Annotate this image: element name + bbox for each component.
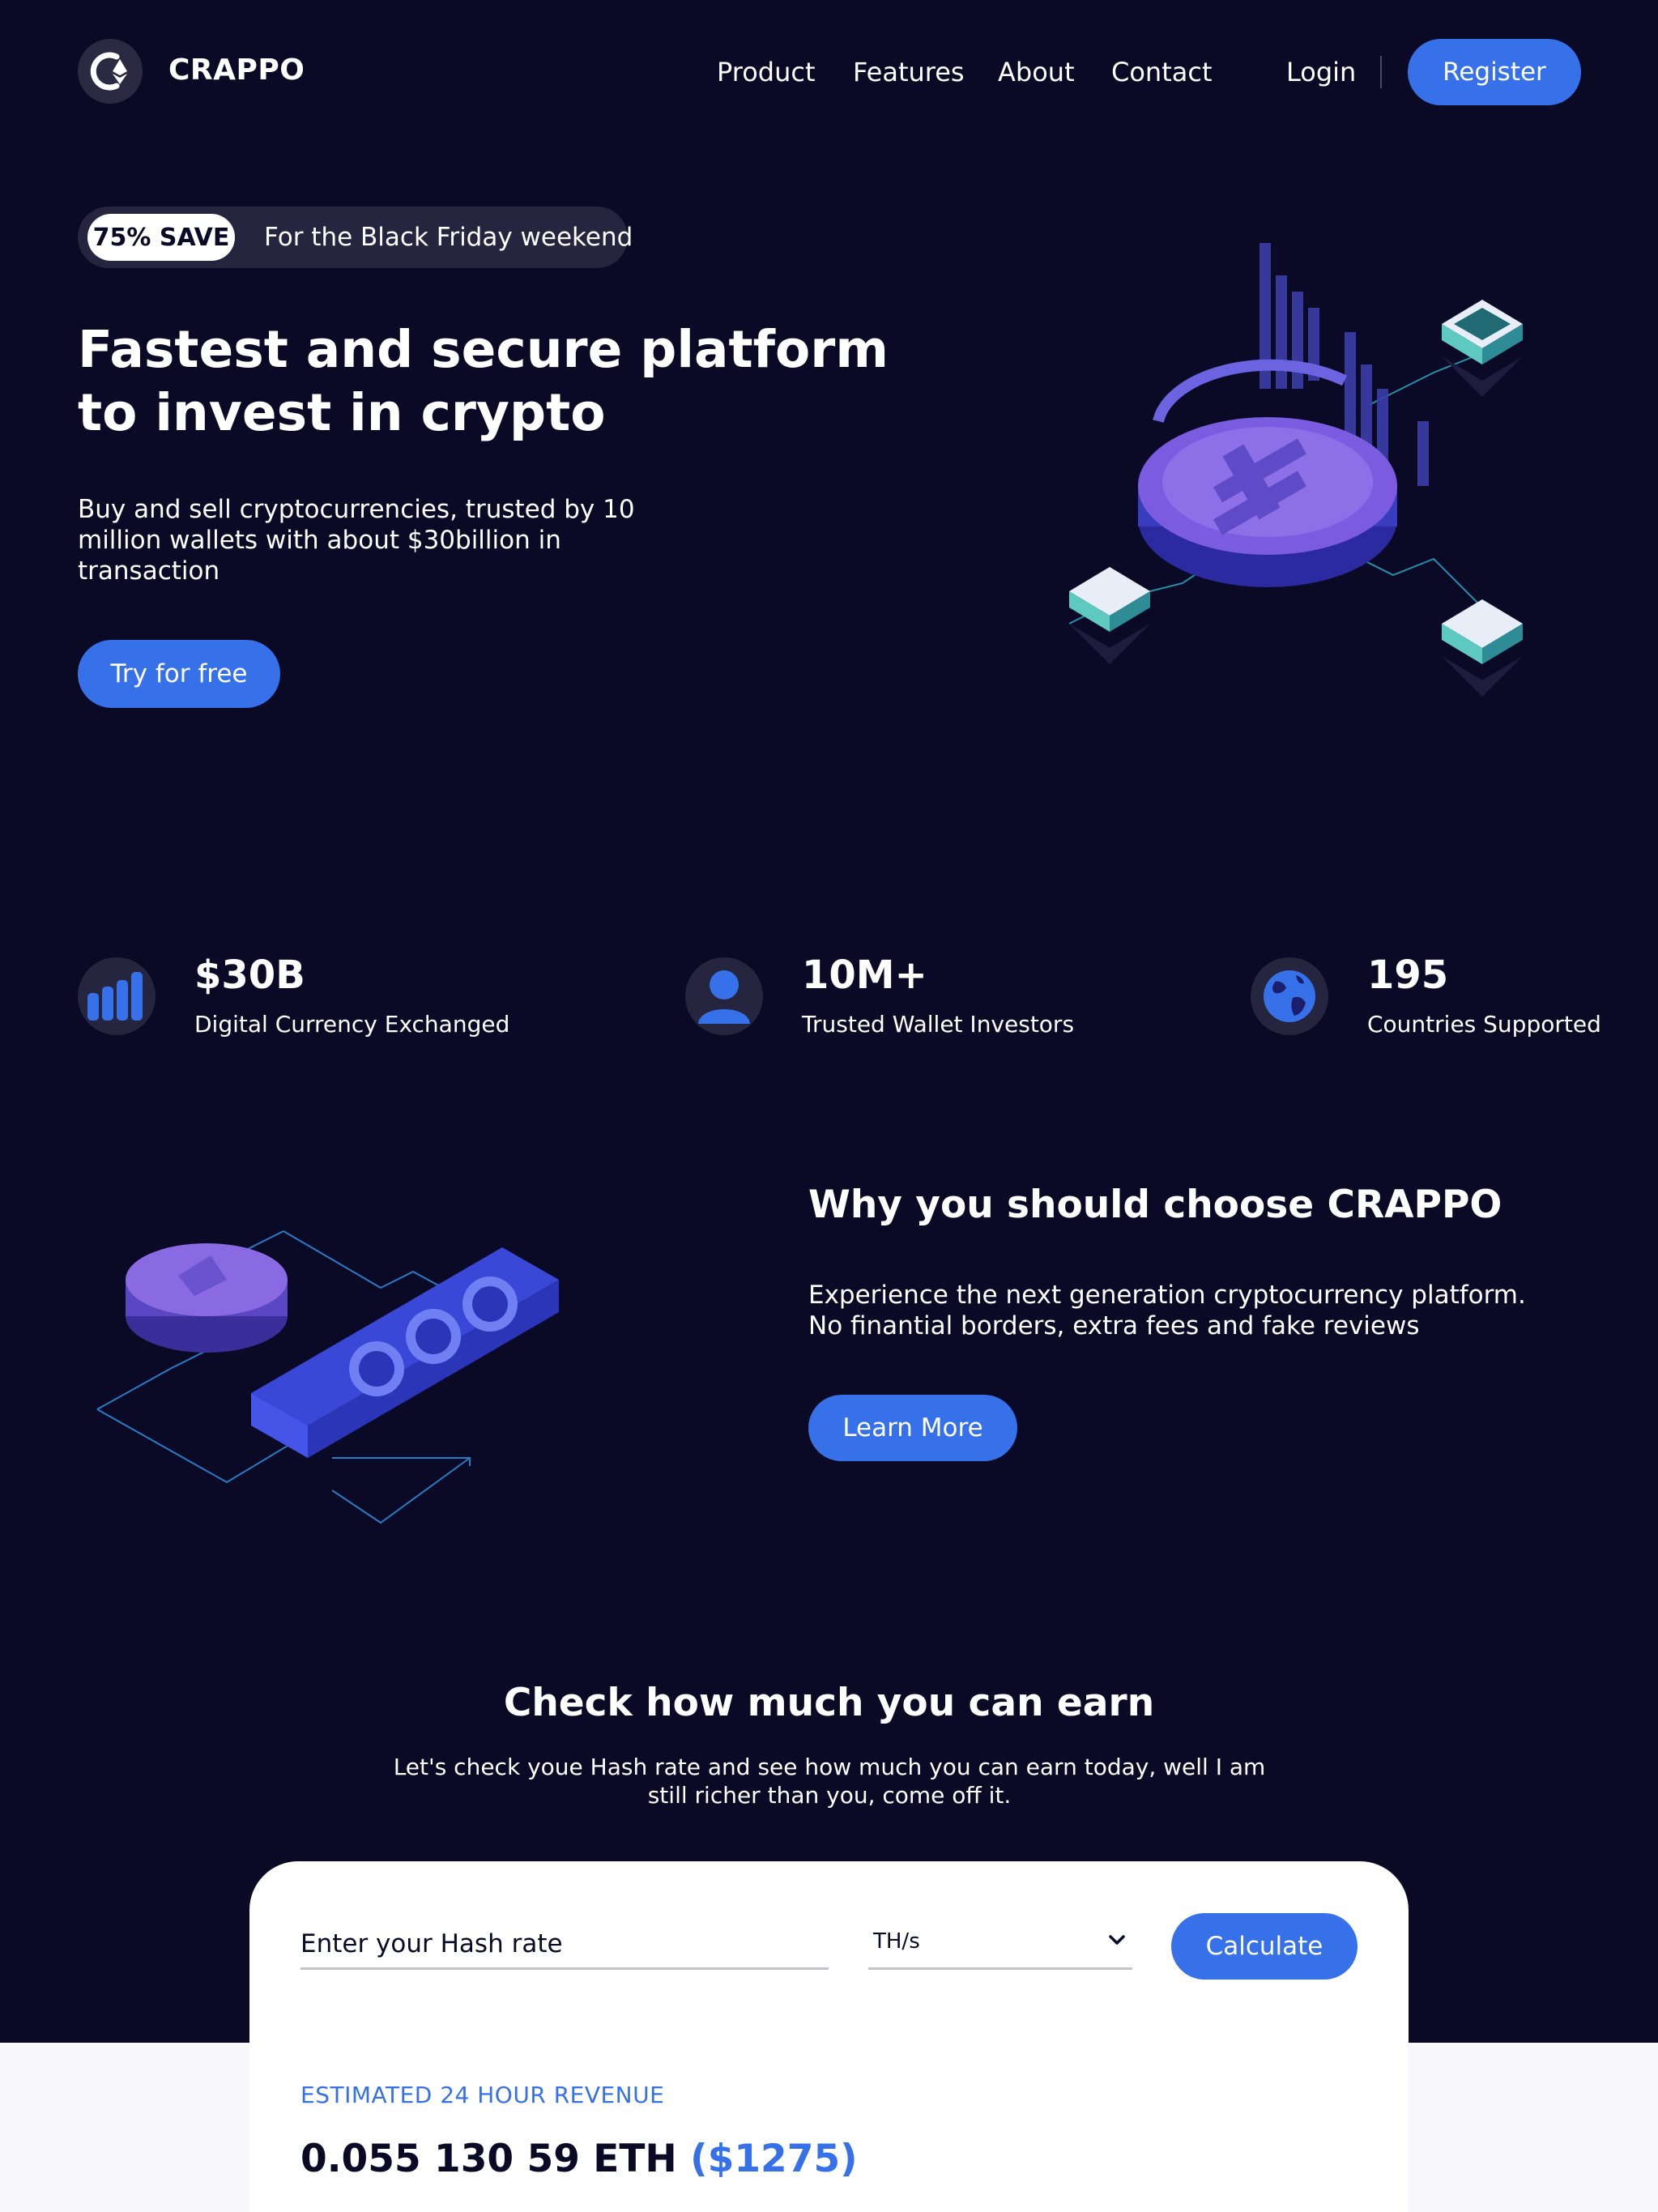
calculator-card: TH/s Calculate ESTIMATED 24 HOUR REVENUE… bbox=[249, 1861, 1409, 2212]
revenue-eth: 0.055 130 59 ETH bbox=[300, 2137, 677, 2181]
why-title: Why you should choose CRAPPO bbox=[808, 1183, 1502, 1227]
calculate-button[interactable]: Calculate bbox=[1171, 1913, 1358, 1980]
earn-title: Check how much you can earn bbox=[503, 1681, 1155, 1725]
crypto-coin-illustration bbox=[1068, 243, 1523, 697]
brand-name[interactable]: CRAPPO bbox=[168, 53, 305, 87]
revenue-label: ESTIMATED 24 HOUR REVENUE bbox=[300, 2082, 665, 2108]
logo-icon bbox=[90, 52, 127, 91]
register-button[interactable]: Register bbox=[1408, 39, 1581, 105]
globe-icon bbox=[1251, 957, 1328, 1035]
hero-subtitle: Buy and sell cryptocurrencies, trusted b… bbox=[78, 495, 635, 586]
unit-select[interactable]: TH/s bbox=[868, 1920, 1132, 1970]
hero-title: Fastest and secure platform to invest in… bbox=[78, 320, 889, 442]
stat-label-exchanged: Digital Currency Exchanged bbox=[194, 1011, 510, 1038]
brand-logo[interactable] bbox=[78, 39, 143, 104]
promo-banner: 75% SAVE For the Black Friday weekend bbox=[78, 207, 633, 268]
unit-select-value: TH/s bbox=[873, 1929, 920, 1954]
nav-product[interactable]: Product bbox=[717, 57, 816, 87]
mining-rig-illustration bbox=[96, 1230, 559, 1524]
login-link[interactable]: Login bbox=[1286, 57, 1356, 87]
try-for-free-button[interactable]: Try for free bbox=[78, 640, 280, 708]
promo-badge: 75% SAVE bbox=[87, 214, 235, 261]
nav-divider bbox=[1380, 56, 1382, 88]
user-icon bbox=[685, 957, 763, 1035]
stat-value-countries: 195 bbox=[1367, 953, 1449, 998]
stat-label-countries: Countries Supported bbox=[1367, 1011, 1601, 1038]
revenue-value: 0.055 130 59 ETH ($1275) bbox=[300, 2137, 858, 2181]
chevron-down-icon bbox=[1109, 1935, 1125, 1945]
stat-value-exchanged: $30B bbox=[194, 953, 305, 998]
bar-chart-icon bbox=[78, 957, 156, 1035]
stat-value-investors: 10M+ bbox=[802, 953, 927, 998]
promo-text: For the Black Friday weekend bbox=[264, 223, 633, 252]
earn-subtitle: Let's check youe Hash rate and see how m… bbox=[393, 1754, 1266, 1809]
nav-about[interactable]: About bbox=[998, 57, 1075, 87]
learn-more-button[interactable]: Learn More bbox=[808, 1395, 1017, 1461]
nav-contact[interactable]: Contact bbox=[1111, 57, 1213, 87]
hash-rate-input[interactable] bbox=[300, 1920, 829, 1970]
stat-label-investors: Trusted Wallet Investors bbox=[802, 1011, 1075, 1038]
nav-features[interactable]: Features bbox=[853, 57, 965, 87]
revenue-usd: ($1275) bbox=[690, 2137, 858, 2181]
why-text: Experience the next generation cryptocur… bbox=[808, 1281, 1526, 1340]
